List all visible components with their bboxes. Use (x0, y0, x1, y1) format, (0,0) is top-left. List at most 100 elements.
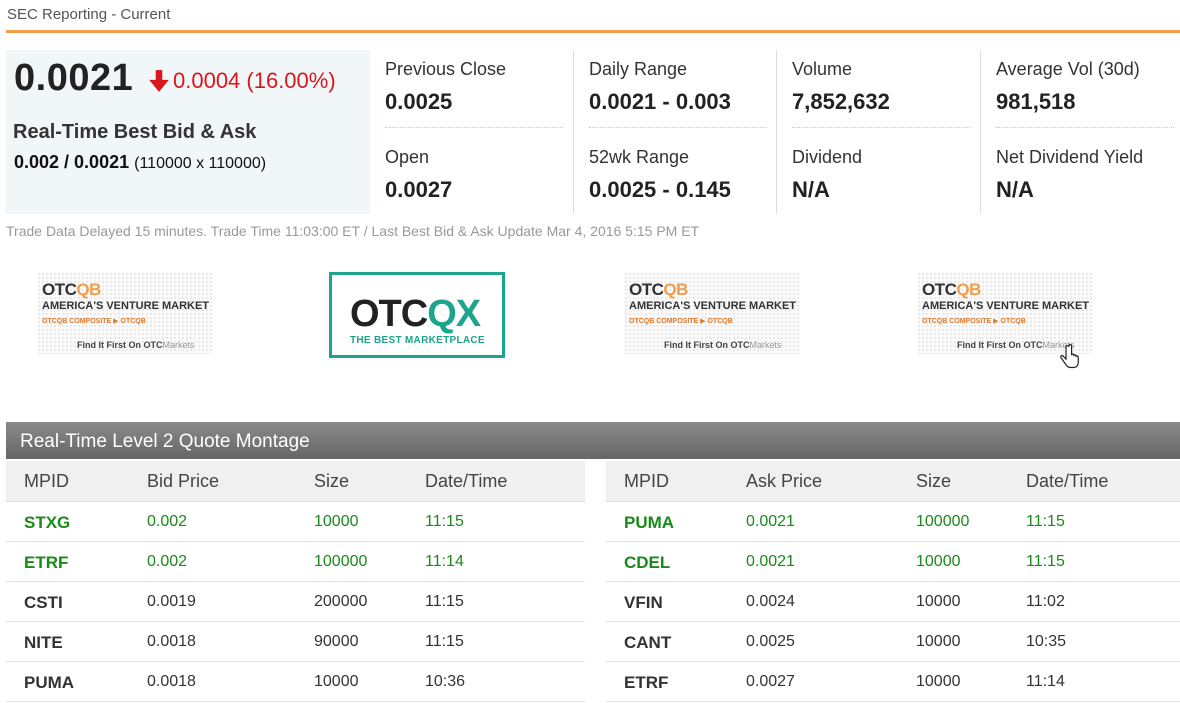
stat-value: 0.0021 - 0.003 (589, 89, 731, 114)
column-header-bid-price[interactable]: Bid Price (147, 471, 219, 492)
stat-value: 7,852,632 (792, 89, 890, 114)
bid-ask-sizes: (110000 x 110000) (134, 155, 267, 172)
price-cell: 0.0027 (746, 673, 795, 690)
price-change: 0.0004 (16.00%) (148, 68, 336, 94)
time-cell: 10:35 (1026, 633, 1067, 650)
stat-label: Average Vol (30d) (996, 59, 1140, 79)
size-cell: 10000 (314, 673, 359, 690)
otcqb-ad-banner[interactable]: OTCQB AMERICA'S VENTURE MARKET OTCQB COM… (917, 272, 1093, 354)
size-cell: 10000 (314, 513, 359, 530)
stat-label: 52wk Range (589, 147, 690, 167)
stat-label: Volume (792, 59, 853, 79)
otcqb-tagline: AMERICA'S VENTURE MARKET (922, 300, 1090, 312)
quote-panel: 0.0021 0.0004 (16.00%) Real-Time Best Bi… (6, 50, 370, 214)
mpid-cell[interactable]: ETRF (624, 673, 668, 693)
otcqb-subline: OTCQB COMPOSITE ▶ OTCQB (629, 318, 733, 325)
down-arrow-icon (149, 70, 169, 92)
otcqb-logo: OTCQB (922, 280, 981, 299)
mpid-cell[interactable]: NITE (24, 633, 63, 653)
stat-previous-close: Previous Close 0.0025 (385, 59, 565, 115)
otcqx-tagline: THE BEST MARKETPLACE (350, 335, 485, 346)
ask-table-header: MPID Ask Price Size Date/Time (606, 461, 1180, 502)
stat-value: 0.0025 - 0.145 (589, 177, 731, 202)
stat-value: 981,518 (996, 89, 1076, 114)
stat-divider (792, 127, 970, 129)
time-cell: 11:14 (1026, 673, 1065, 690)
table-row: CANT 0.0025 10000 10:35 (606, 622, 1180, 662)
otcqb-find-line: Find It First On OTCMarkets (77, 340, 195, 350)
stat-average-volume: Average Vol (30d) 981,518 (996, 59, 1176, 115)
time-cell: 11:15 (1026, 553, 1065, 570)
otcqx-ad-banner[interactable]: OTCQX THE BEST MARKETPLACE (329, 272, 505, 358)
table-row: CSTI 0.0019 200000 11:15 (6, 582, 585, 622)
breadcrumb[interactable]: SEC Reporting - Current (7, 6, 170, 23)
time-cell: 11:15 (425, 513, 464, 530)
delayed-notice: Trade Data Delayed 15 minutes. Trade Tim… (6, 223, 700, 239)
column-header-ask-price[interactable]: Ask Price (746, 471, 822, 492)
price-cell: 0.0019 (147, 593, 196, 610)
bid-book-table: MPID Bid Price Size Date/Time STXG 0.002… (6, 461, 585, 702)
price-cell: 0.0025 (746, 633, 795, 650)
column-header-date-time[interactable]: Date/Time (425, 471, 507, 492)
mpid-cell[interactable]: CSTI (24, 593, 63, 613)
stat-divider (589, 127, 767, 129)
bid-ask-value: 0.002 / 0.0021 (110000 x 110000) (14, 152, 266, 173)
mpid-cell[interactable]: CANT (624, 633, 671, 653)
mpid-cell[interactable]: VFIN (624, 593, 663, 613)
time-cell: 10:36 (425, 673, 466, 690)
column-divider (776, 50, 777, 214)
otcqb-find-line: Find It First On OTCMarkets (957, 340, 1075, 350)
size-cell: 100000 (314, 553, 368, 570)
size-cell: 200000 (314, 593, 368, 610)
column-header-size[interactable]: Size (314, 471, 349, 492)
hand-cursor-icon (1060, 344, 1079, 369)
mpid-cell[interactable]: ETRF (24, 553, 68, 573)
table-row: ETRF 0.002 100000 11:14 (6, 542, 585, 582)
montage-header: Real-Time Level 2 Quote Montage (6, 422, 1180, 459)
mpid-cell[interactable]: PUMA (24, 673, 74, 693)
table-row: PUMA 0.0021 100000 11:15 (606, 502, 1180, 542)
montage-title: Real-Time Level 2 Quote Montage (20, 431, 310, 452)
stat-52wk-range: 52wk Range 0.0025 - 0.145 (589, 147, 769, 203)
price-cell: 0.0021 (746, 553, 795, 570)
size-cell: 100000 (916, 513, 970, 530)
table-row: PUMA 0.0018 10000 10:36 (6, 662, 585, 702)
stat-divider (996, 127, 1174, 129)
otcqb-tagline: AMERICA'S VENTURE MARKET (629, 300, 797, 312)
size-cell: 10000 (916, 553, 961, 570)
mpid-cell[interactable]: CDEL (624, 553, 670, 573)
mpid-cell[interactable]: STXG (24, 513, 70, 533)
otcqb-subline: OTCQB COMPOSITE ▶ OTCQB (42, 318, 146, 325)
otcqx-logo: OTCQX (350, 293, 481, 335)
stat-daily-range: Daily Range 0.0021 - 0.003 (589, 59, 769, 115)
column-header-mpid[interactable]: MPID (24, 471, 69, 492)
otcqb-ad-banner[interactable]: OTCQB AMERICA'S VENTURE MARKET OTCQB COM… (624, 272, 800, 354)
ask-book-table: MPID Ask Price Size Date/Time PUMA 0.002… (606, 461, 1180, 702)
stat-label: Net Dividend Yield (996, 147, 1144, 167)
stat-value: N/A (792, 177, 830, 202)
otcqb-find-line: Find It First On OTCMarkets (664, 340, 782, 350)
column-header-date-time[interactable]: Date/Time (1026, 471, 1108, 492)
size-cell: 90000 (314, 633, 359, 650)
top-bar: SEC Reporting - Current (0, 0, 1180, 33)
bid-ask-prices: 0.002 / 0.0021 (14, 152, 130, 172)
time-cell: 11:15 (1026, 513, 1065, 530)
last-price: 0.0021 (14, 57, 134, 99)
otcqb-ad-banner[interactable]: OTCQB AMERICA'S VENTURE MARKET OTCQB COM… (37, 272, 213, 354)
price-cell: 0.0021 (746, 513, 795, 530)
otcqb-tagline: AMERICA'S VENTURE MARKET (42, 300, 210, 312)
column-header-mpid[interactable]: MPID (624, 471, 669, 492)
bid-table-header: MPID Bid Price Size Date/Time (6, 461, 585, 502)
time-cell: 11:15 (425, 593, 464, 610)
bid-ask-title: Real-Time Best Bid & Ask (13, 121, 257, 143)
stat-label: Dividend (792, 147, 863, 167)
price-cell: 0.002 (147, 513, 188, 530)
time-cell: 11:15 (425, 633, 464, 650)
column-header-size[interactable]: Size (916, 471, 951, 492)
table-row: NITE 0.0018 90000 11:15 (6, 622, 585, 662)
table-row: CDEL 0.0021 10000 11:15 (606, 542, 1180, 582)
column-divider (980, 50, 981, 214)
mpid-cell[interactable]: PUMA (624, 513, 674, 533)
otcqb-logo: OTCQB (42, 280, 101, 299)
stat-value: N/A (996, 177, 1034, 202)
